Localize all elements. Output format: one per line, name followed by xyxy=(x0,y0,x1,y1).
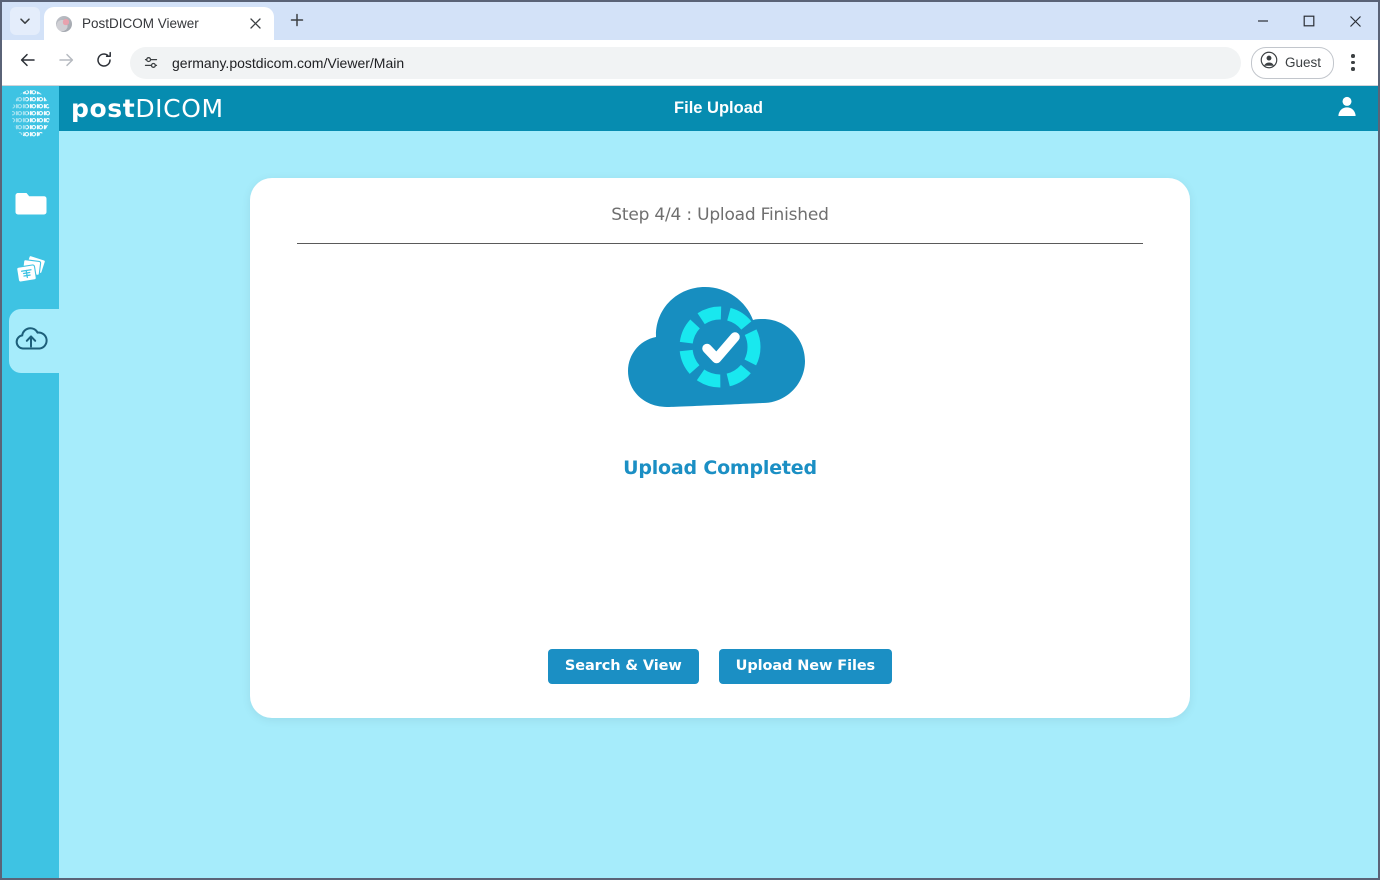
image-stack-icon xyxy=(14,255,48,292)
plus-icon xyxy=(290,13,304,32)
reload-icon xyxy=(95,51,113,74)
window-close-button[interactable] xyxy=(1332,2,1378,40)
step-title: Step 4/4 : Upload Finished xyxy=(611,205,828,225)
profile-label: Guest xyxy=(1285,55,1321,70)
upload-new-files-button[interactable]: Upload New Files xyxy=(719,649,892,684)
app-logo[interactable] xyxy=(2,86,59,142)
window-maximize-button[interactable] xyxy=(1286,2,1332,40)
reload-button[interactable] xyxy=(88,47,120,79)
tab-title: PostDICOM Viewer xyxy=(82,16,238,31)
forward-button[interactable] xyxy=(50,47,82,79)
card-divider xyxy=(297,243,1143,244)
browser-menu-button[interactable] xyxy=(1338,47,1368,79)
browser-tab-strip: PostDICOM Viewer xyxy=(2,2,1378,40)
address-bar[interactable]: germany.postdicom.com/Viewer/Main xyxy=(130,47,1241,79)
url-text: germany.postdicom.com/Viewer/Main xyxy=(172,55,404,71)
tab-search-chevron-button[interactable] xyxy=(10,7,40,35)
app-header: postDICOM File Upload xyxy=(59,86,1378,131)
search-and-view-button[interactable]: Search & View xyxy=(548,649,699,684)
user-avatar-icon xyxy=(1334,93,1360,124)
page-canvas: Step 4/4 : Upload Finished Upload Comple… xyxy=(59,131,1378,878)
kebab-menu-icon xyxy=(1351,61,1355,65)
back-arrow-icon xyxy=(19,51,37,74)
window-minimize-button[interactable] xyxy=(1240,2,1286,40)
card-actions: Search & View Upload New Files xyxy=(250,649,1190,684)
brand-post: post xyxy=(71,94,135,123)
app-sidebar xyxy=(2,86,59,878)
upload-card: Step 4/4 : Upload Finished Upload Comple… xyxy=(250,178,1190,718)
forward-arrow-icon xyxy=(57,51,75,74)
new-tab-button[interactable] xyxy=(282,8,312,36)
header-user-button[interactable] xyxy=(1332,94,1362,124)
account-circle-icon xyxy=(1260,51,1278,74)
back-button[interactable] xyxy=(12,47,44,79)
app-brand: postDICOM xyxy=(71,94,224,123)
tune-sliders-icon[interactable] xyxy=(138,50,164,76)
sidebar-item-folder[interactable] xyxy=(2,171,59,239)
browser-tab[interactable]: PostDICOM Viewer xyxy=(44,7,274,40)
cloud-check-icon xyxy=(620,272,820,417)
chevron-down-icon xyxy=(18,14,32,28)
brand-dicom: DICOM xyxy=(135,94,223,123)
profile-chip-button[interactable]: Guest xyxy=(1251,47,1334,79)
page-title: File Upload xyxy=(59,99,1378,118)
app-content: postDICOM File Upload Step 4/4 : Upload … xyxy=(59,86,1378,878)
kebab-menu-icon xyxy=(1351,54,1355,58)
cloud-upload-icon xyxy=(13,324,49,359)
browser-toolbar: germany.postdicom.com/Viewer/Main Guest xyxy=(2,40,1378,86)
kebab-menu-icon xyxy=(1351,67,1355,71)
upload-illustration xyxy=(620,272,820,417)
tab-close-button[interactable] xyxy=(244,13,266,35)
sidebar-item-studies[interactable] xyxy=(2,239,59,307)
browser-window: PostDICOM Viewer xyxy=(0,0,1380,880)
postdicom-favicon xyxy=(56,16,72,32)
binary-sphere-logo xyxy=(8,89,54,139)
sidebar-item-upload[interactable] xyxy=(2,307,59,375)
window-controls xyxy=(1240,2,1378,40)
upload-status-text: Upload Completed xyxy=(623,457,817,479)
folder-icon xyxy=(14,189,48,222)
web-page: postDICOM File Upload Step 4/4 : Upload … xyxy=(2,86,1378,878)
